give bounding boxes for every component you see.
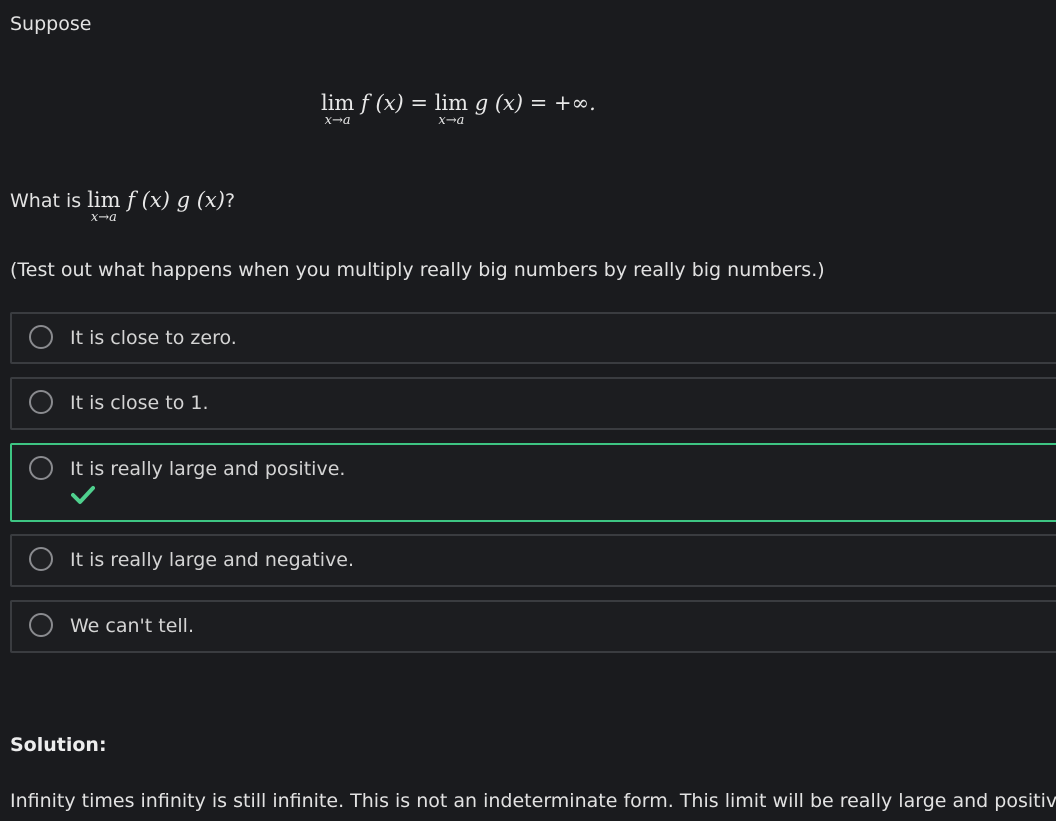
limit-operator: lim x→a: [87, 187, 120, 225]
option-label: It is close to 1.: [70, 392, 209, 414]
answer-option[interactable]: We can't tell.: [10, 600, 1056, 653]
hint-text: (Test out what happens when you multiply…: [10, 259, 825, 281]
lim-subscript: x→a: [438, 113, 465, 128]
option-label: It is really large and positive.: [70, 458, 346, 480]
question-prefix: What is: [10, 190, 82, 212]
answer-option[interactable]: It is close to zero.: [10, 312, 1056, 364]
question-text: What is lim x→a f (x) g (x)?: [10, 186, 236, 225]
limit-operator: lim x→a: [321, 90, 354, 128]
option-label: It is close to zero.: [70, 327, 237, 349]
solution-text: Infinity times infinity is still infinit…: [10, 790, 1056, 812]
option-label: We can't tell.: [70, 615, 194, 637]
f-expression: f (x) =: [361, 91, 428, 115]
product-expression: f (x) g (x): [127, 188, 225, 212]
limit-operator: lim x→a: [435, 90, 468, 128]
intro-text: Suppose: [10, 13, 92, 35]
question-math: lim x→a f (x) g (x): [87, 187, 225, 225]
radio-button[interactable]: [29, 456, 53, 480]
answer-option[interactable]: It is close to 1.: [10, 377, 1056, 430]
radio-button[interactable]: [29, 547, 53, 571]
question-suffix: ?: [224, 190, 236, 212]
radio-button[interactable]: [29, 325, 53, 349]
radio-button[interactable]: [29, 613, 53, 637]
radio-button[interactable]: [29, 390, 53, 414]
checkmark-icon: [71, 486, 95, 504]
lim-subscript: x→a: [90, 210, 117, 225]
solution-title: Solution:: [10, 734, 107, 756]
answer-option[interactable]: It is really large and negative.: [10, 534, 1056, 587]
option-label: It is really large and negative.: [70, 549, 354, 571]
lim-subscript: x→a: [324, 113, 351, 128]
answer-option-correct[interactable]: It is really large and positive.: [10, 443, 1056, 522]
g-expression: g (x) = +∞.: [474, 91, 596, 115]
display-equation: lim x→a f (x) = lim x→a g (x) = +∞.: [321, 90, 596, 128]
quiz-page: Suppose lim x→a f (x) = lim x→a g (x) = +∞…: [0, 0, 1056, 821]
